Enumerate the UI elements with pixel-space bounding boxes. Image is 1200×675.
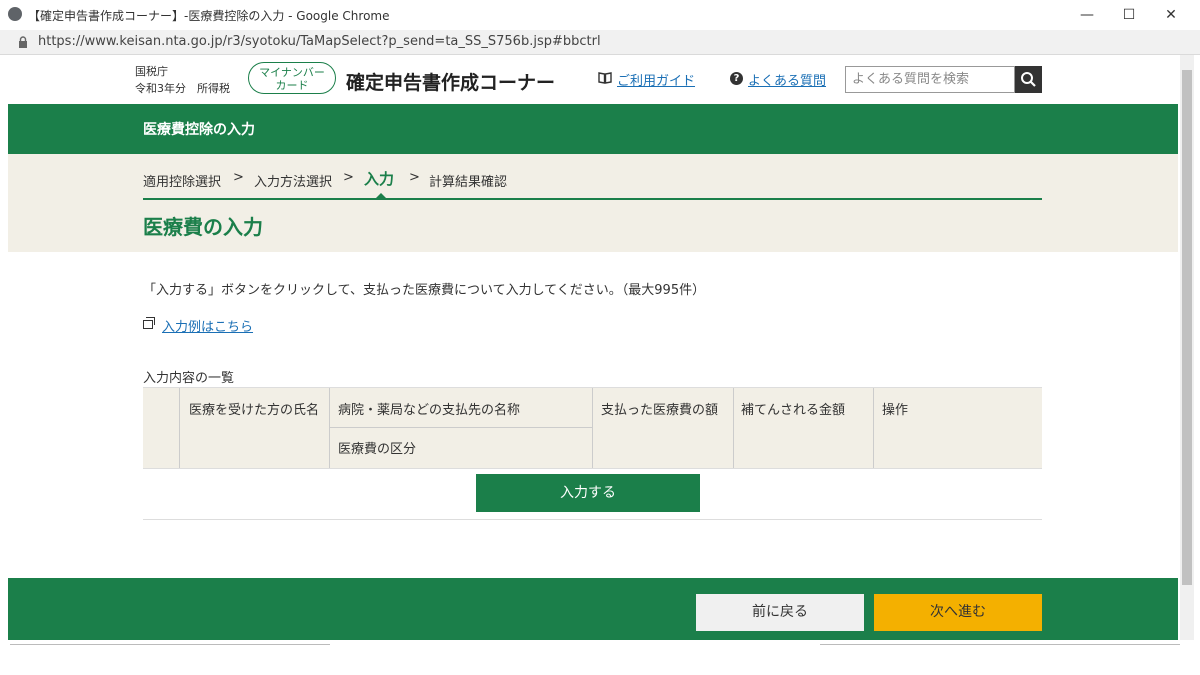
table-divider <box>329 388 330 468</box>
next-button[interactable]: 次へ進む <box>874 594 1042 631</box>
back-button[interactable]: 前に戻る <box>696 594 864 631</box>
table-divider <box>733 388 734 468</box>
maximize-button[interactable]: ☐ <box>1106 0 1152 30</box>
header-payee-name: 病院・薬局などの支払先の名称 <box>338 403 521 418</box>
header-amount-paid: 支払った医療費の額 <box>601 403 719 418</box>
search-button[interactable] <box>1015 66 1042 93</box>
mynumber-label-line2: カード <box>275 79 309 92</box>
table-divider <box>179 388 180 468</box>
section-title: 医療費の入力 <box>143 215 263 239</box>
table-divider <box>329 427 592 428</box>
medical-expense-table: 医療を受けた方の氏名 病院・薬局などの支払先の名称 医療費の区分 支払った医療費… <box>143 387 1042 469</box>
header-expense-category: 医療費の区分 <box>338 442 417 457</box>
instruction-text: 「入力する」ボタンをクリックして、支払った医療費について入力してください。（最大… <box>143 283 706 298</box>
guide-link[interactable]: ご利用ガイド <box>617 70 695 89</box>
divider <box>143 519 1042 520</box>
step-result-confirm: 計算結果確認 <box>429 175 508 190</box>
step-input-current: 入力 <box>364 170 395 188</box>
search-icon <box>1021 72 1036 87</box>
globe-icon <box>8 7 22 21</box>
add-entry-button[interactable]: 入力する <box>476 474 700 512</box>
tax-year: 令和3年分 所得税 <box>135 82 230 95</box>
step-input-method: 入力方法選択 <box>254 175 333 190</box>
new-window-icon-back <box>146 317 155 325</box>
header-operation: 操作 <box>882 403 909 418</box>
mynumber-label-line1: マイナンバー <box>259 66 325 79</box>
window-title: 【確定申告書作成コーナー】-医療費控除の入力 - Google Chrome <box>28 9 390 23</box>
step-underline <box>143 198 1042 200</box>
scrollbar-thumb[interactable] <box>1182 70 1192 585</box>
mynumber-card-button[interactable]: マイナンバー カード <box>248 62 336 94</box>
faq-link[interactable]: よくある質問 <box>748 70 826 89</box>
header-patient-name: 医療を受けた方の氏名 <box>189 403 320 418</box>
site-title[interactable]: 確定申告書作成コーナー <box>346 68 555 95</box>
step-arrow-icon: > <box>233 170 244 185</box>
table-divider <box>592 388 593 468</box>
agency-name: 国税庁 <box>135 65 168 78</box>
step-deduction-select: 適用控除選択 <box>143 175 222 190</box>
minimize-button[interactable]: — <box>1064 0 1110 30</box>
example-link[interactable]: 入力例はこちら <box>162 316 253 335</box>
background-window <box>0 640 1200 675</box>
search-input[interactable] <box>845 66 1015 93</box>
question-icon: ? <box>730 72 743 85</box>
book-icon <box>598 72 612 84</box>
close-button[interactable]: ✕ <box>1148 0 1194 30</box>
step-arrow-icon: > <box>343 170 354 185</box>
step-arrow-icon: > <box>409 170 420 185</box>
header-reimbursed-amount: 補てんされる金額 <box>741 403 846 418</box>
list-label: 入力内容の一覧 <box>143 371 235 386</box>
table-divider <box>873 388 874 468</box>
banner-title: 医療費控除の入力 <box>143 122 255 138</box>
lock-icon <box>19 36 27 48</box>
url-text[interactable]: https://www.keisan.nta.go.jp/r3/syotoku/… <box>38 34 601 49</box>
current-step-marker <box>376 193 386 198</box>
